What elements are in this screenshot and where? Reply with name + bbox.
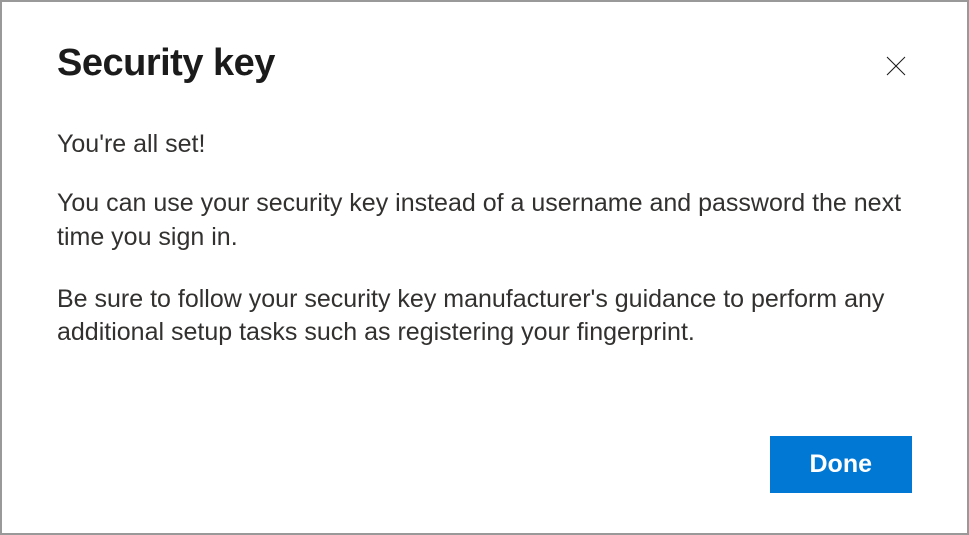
done-button[interactable]: Done: [770, 436, 913, 493]
dialog-header: Security key: [57, 42, 912, 85]
dialog-footer: Done: [57, 436, 912, 493]
security-key-dialog: Security key You're all set! You can use…: [0, 0, 969, 535]
dialog-body: You're all set! You can use your securit…: [57, 130, 912, 436]
confirmation-message: You're all set!: [57, 130, 912, 159]
setup-guidance: Be sure to follow your security key manu…: [57, 283, 912, 351]
usage-instruction: You can use your security key instead of…: [57, 187, 912, 255]
close-button[interactable]: [880, 50, 912, 82]
dialog-title: Security key: [57, 42, 275, 85]
close-icon: [884, 54, 908, 78]
